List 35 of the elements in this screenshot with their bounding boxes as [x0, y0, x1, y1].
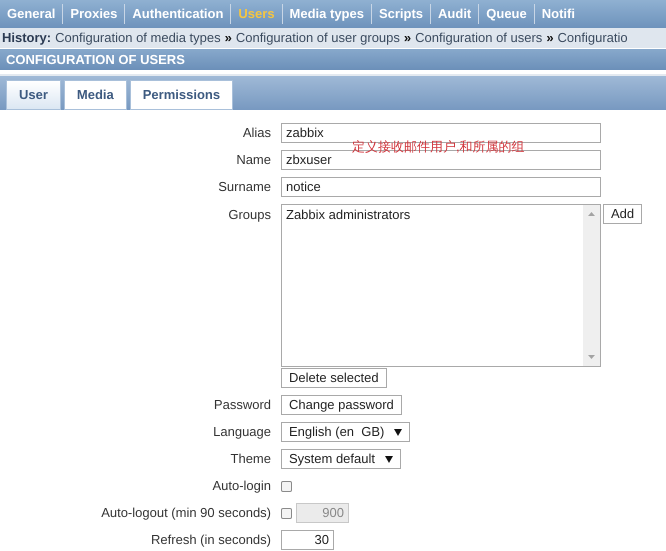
add-button[interactable]: Add	[603, 204, 642, 224]
history-link[interactable]: Configuration of users	[415, 28, 542, 48]
history-label: History:	[2, 29, 52, 48]
history-link[interactable]: Configuration of user groups	[236, 28, 400, 48]
caret-icon	[394, 428, 402, 436]
caret-icon	[385, 456, 393, 462]
field-label: Groups	[228, 206, 271, 224]
dropdown[interactable]: System default	[281, 449, 401, 469]
field-label: Language	[213, 423, 271, 441]
change-password-button[interactable]: Change password	[281, 395, 402, 415]
checkbox[interactable]	[281, 480, 292, 492]
scrollbar[interactable]	[583, 205, 600, 366]
tab[interactable]: Media	[64, 80, 127, 110]
text-field[interactable]: notice	[281, 177, 601, 197]
field-label: Surname	[218, 178, 271, 196]
field-label: Refresh (in seconds)	[151, 531, 271, 549]
number-field[interactable]: 30	[281, 530, 334, 550]
tab[interactable]: User	[6, 80, 61, 110]
field-label: Theme	[230, 450, 271, 468]
field-label: Auto-login	[212, 477, 271, 495]
group-item[interactable]: Zabbix administrators	[286, 206, 579, 224]
delete-selected-button[interactable]: Delete selected	[281, 368, 387, 388]
field-label: Auto-logout (min 90 seconds)	[101, 504, 271, 522]
field-label: Alias	[242, 124, 271, 142]
groups-list[interactable]: Zabbix administrators	[281, 204, 601, 367]
dropdown[interactable]: English (en GB)	[281, 422, 410, 442]
breadcrumb-separator: »	[224, 29, 232, 48]
history-link[interactable]: Configuration of media types	[55, 28, 221, 48]
field-label: Name	[236, 151, 271, 169]
tab[interactable]: Permissions	[130, 80, 234, 110]
breadcrumb-separator: »	[546, 29, 554, 48]
section-title: CONFIGURATION OF USERS	[6, 50, 185, 69]
field-label: Password	[214, 396, 271, 414]
breadcrumb-separator: »	[404, 29, 412, 48]
history-link[interactable]: Configuratio	[558, 28, 628, 48]
